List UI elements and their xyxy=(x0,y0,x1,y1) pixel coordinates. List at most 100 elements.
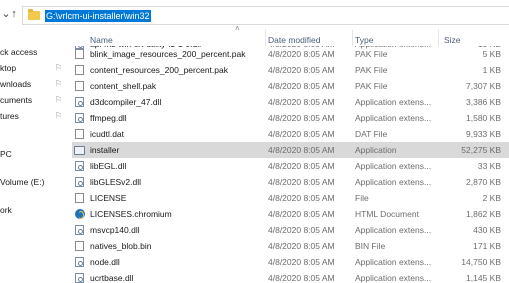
file-size: 33 KB xyxy=(477,161,501,171)
nav-item[interactable]: ktop xyxy=(0,61,16,75)
nav-item[interactable]: tures xyxy=(0,109,19,123)
file-size: 9,933 KB xyxy=(466,129,501,139)
file-date-modified: 4/8/2020 8:05 AM xyxy=(268,145,335,155)
file-type: PAK File xyxy=(355,81,388,91)
nav-item[interactable]: ork xyxy=(0,203,12,217)
file-date-modified: 4/8/2020 8:05 AM xyxy=(268,129,335,139)
column-divider[interactable] xyxy=(265,30,266,46)
file-icon xyxy=(75,65,84,75)
file-date-modified: 4/8/2020 8:05 AM xyxy=(268,81,335,91)
file-size: 1,145 KB xyxy=(466,273,501,283)
nav-item[interactable]: PC xyxy=(0,147,12,161)
file-icon xyxy=(75,49,84,59)
dll-icon xyxy=(75,225,84,235)
nav-item[interactable]: Volume (E:) xyxy=(0,175,44,189)
nav-item[interactable]: ck access xyxy=(0,45,37,59)
file-type: Application extens... xyxy=(355,113,432,123)
address-bar[interactable]: G:\vrlcm-ui-installer\win32 xyxy=(22,6,509,25)
file-name: content_shell.pak xyxy=(90,81,157,91)
file-type: Application extens... xyxy=(355,225,432,235)
file-row[interactable]: natives_blob.bin 4/8/2020 8:05 AM BIN File… xyxy=(72,238,509,254)
file-list: api-ms-win-crt-utility-l1-1-0.dll4/8/202… xyxy=(72,46,509,283)
file-date-modified: 4/8/2020 8:05 AM xyxy=(268,113,335,123)
file-date-modified: 4/8/2020 8:05 AM xyxy=(268,161,335,171)
column-header-size[interactable]: Size xyxy=(444,35,461,46)
file-type: BIN File xyxy=(355,241,386,251)
application-icon xyxy=(74,146,85,155)
file-name: d3dcompiler_47.dll xyxy=(90,97,162,107)
file-row[interactable]: icudtl.dat 4/8/2020 8:05 AM DAT File 9,933 … xyxy=(72,126,509,142)
file-icon xyxy=(75,193,84,203)
column-divider[interactable] xyxy=(352,30,353,46)
file-type: Application extens... xyxy=(355,161,432,171)
column-header-name[interactable]: Name xyxy=(90,35,113,46)
file-icon xyxy=(75,241,84,251)
file-size: 2,870 KB xyxy=(466,177,501,187)
file-row[interactable]: libEGL.dll 4/8/2020 8:05 AM Application ex… xyxy=(72,158,509,174)
file-name: ucrtbase.dll xyxy=(90,273,134,283)
file-size: 14,750 KB xyxy=(461,257,501,267)
dll-icon xyxy=(75,257,84,267)
column-divider[interactable] xyxy=(438,30,439,46)
column-header-row: ˄ Name Date modified Type Size xyxy=(72,24,509,46)
file-row[interactable]: LICENSES.chromium 4/8/2020 8:05 AM HTML Do… xyxy=(72,206,509,222)
file-name: natives_blob.bin xyxy=(90,241,152,251)
file-type: Application extens... xyxy=(355,257,432,267)
file-type: PAK File xyxy=(355,65,388,75)
file-date-modified: 4/8/2020 8:05 AM xyxy=(268,193,335,203)
file-date-modified: 4/8/2020 8:05 AM xyxy=(268,209,335,219)
nav-item[interactable]: cuments xyxy=(0,93,32,107)
navigation-pane: ck access ktop ⚐ wnloads ⚐ cuments ⚐ tures ⚐ PC Vo… xyxy=(0,28,72,283)
file-row[interactable]: d3dcompiler_47.dll 4/8/2020 8:05 AM Applic… xyxy=(72,94,509,110)
sort-ascending-icon: ˄ xyxy=(235,24,240,33)
file-row[interactable]: content_shell.pak 4/8/2020 8:05 AM PAK Fil… xyxy=(72,78,509,94)
file-size: 171 KB xyxy=(473,241,501,251)
file-name: icudtl.dat xyxy=(90,129,125,139)
file-name: blink_image_resources_200_percent.pak xyxy=(90,49,246,59)
dll-icon xyxy=(75,273,84,283)
pin-icon: ⚐ xyxy=(55,95,63,104)
nav-item[interactable]: wnloads xyxy=(0,77,31,91)
file-date-modified: 4/8/2020 8:05 AM xyxy=(268,225,335,235)
address-bar-row: ⌄ ↑ G:\vrlcm-ui-installer\win32 xyxy=(0,0,509,28)
file-type: Application xyxy=(355,145,397,155)
file-size: 3,386 KB xyxy=(466,97,501,107)
html-document-icon xyxy=(75,209,85,219)
file-name: libEGL.dll xyxy=(90,161,127,171)
file-size: 2 KB xyxy=(482,193,501,203)
up-arrow-icon[interactable]: ↑ xyxy=(8,8,20,20)
file-size: 1 KB xyxy=(482,65,501,75)
file-row[interactable]: installer 4/8/2020 8:05 AM Application 52,2… xyxy=(72,142,509,158)
address-path[interactable]: G:\vrlcm-ui-installer\win32 xyxy=(45,10,151,22)
pin-icon: ⚐ xyxy=(55,111,63,120)
file-type: DAT File xyxy=(355,129,388,139)
dll-icon xyxy=(75,97,84,107)
file-type: Application extens... xyxy=(355,177,432,187)
column-header-type[interactable]: Type xyxy=(355,35,373,46)
file-size: 1,580 KB xyxy=(466,113,501,123)
file-date-modified: 4/8/2020 8:05 AM xyxy=(268,273,335,283)
dll-icon xyxy=(75,161,84,171)
file-row[interactable]: msvcp140.dll 4/8/2020 8:05 AM Application … xyxy=(72,222,509,238)
file-type: Application extens... xyxy=(355,97,432,107)
file-date-modified: 4/8/2020 8:05 AM xyxy=(268,49,335,59)
file-row[interactable]: blink_image_resources_200_percent.pak 4/8… xyxy=(72,46,509,62)
file-name: LICENSES.chromium xyxy=(90,209,172,219)
file-row[interactable]: ucrtbase.dll 4/8/2020 8:05 AM Application … xyxy=(72,270,509,283)
file-row[interactable]: LICENSE 4/8/2020 8:05 AM File 2 KB xyxy=(72,190,509,206)
file-type: File xyxy=(355,193,369,203)
file-type: HTML Document xyxy=(355,209,419,219)
file-row[interactable]: content_resources_200_percent.pak 4/8/202… xyxy=(72,62,509,78)
file-size: 52,275 KB xyxy=(461,145,501,155)
file-row[interactable]: node.dll 4/8/2020 8:05 AM Application exte… xyxy=(72,254,509,270)
file-name: LICENSE xyxy=(90,193,127,203)
file-row[interactable]: ffmpeg.dll 4/8/2020 8:05 AM Application ex… xyxy=(72,110,509,126)
file-name: msvcp140.dll xyxy=(90,225,140,235)
file-row[interactable]: libGLESv2.dll 4/8/2020 8:05 AM Application… xyxy=(72,174,509,190)
pin-icon: ⚐ xyxy=(55,79,63,88)
file-name: libGLESv2.dll xyxy=(90,177,142,187)
file-size: 1,862 KB xyxy=(466,209,501,219)
file-size: 7,307 KB xyxy=(466,81,501,91)
column-header-date-modified[interactable]: Date modified xyxy=(268,35,320,46)
file-date-modified: 4/8/2020 8:05 AM xyxy=(268,177,335,187)
